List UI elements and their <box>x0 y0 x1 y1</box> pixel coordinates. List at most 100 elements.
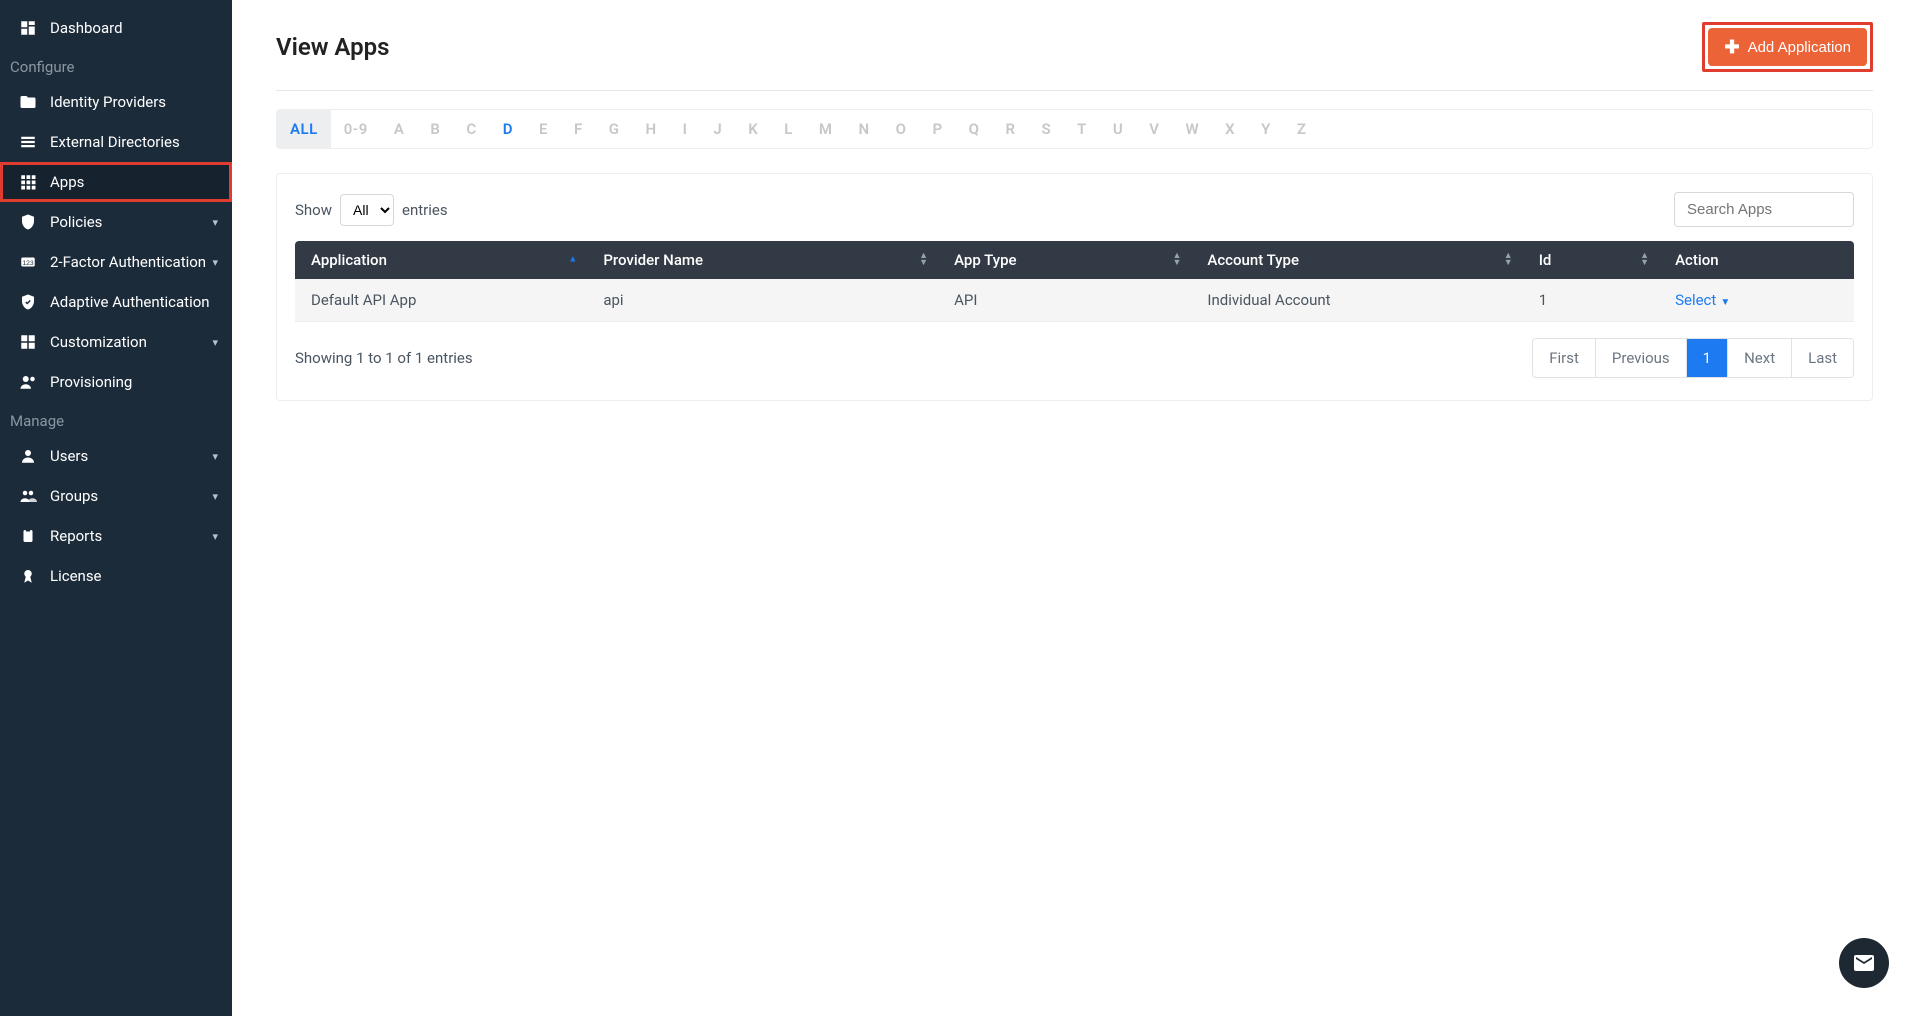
table-info: Showing 1 to 1 of 1 entries <box>295 349 473 367</box>
chevron-down-icon: ▾ <box>212 256 218 269</box>
sidebar-item-label: Provisioning <box>50 373 218 391</box>
sidebar-item-label: Customization <box>50 333 212 351</box>
alpha-filter-r[interactable]: R <box>992 110 1028 148</box>
numbers-icon: 123 <box>18 252 38 272</box>
alpha-filter-m[interactable]: M <box>806 110 846 148</box>
sort-icon: ▲▼ <box>1172 253 1181 267</box>
chat-fab[interactable] <box>1839 938 1889 988</box>
cell-apptype: API <box>938 279 1191 322</box>
alpha-filter-t[interactable]: T <box>1064 110 1100 148</box>
page-first[interactable]: First <box>1533 339 1596 377</box>
add-button-label: Add Application <box>1748 39 1851 56</box>
sidebar-section-configure: Configure <box>0 48 232 82</box>
alpha-filter-k[interactable]: K <box>735 110 771 148</box>
page-last[interactable]: Last <box>1792 339 1853 377</box>
sort-icon: ▲ <box>568 257 577 264</box>
col-provider-name[interactable]: Provider Name ▲▼ <box>587 241 938 279</box>
table-footer: Showing 1 to 1 of 1 entries FirstPreviou… <box>295 338 1854 378</box>
alpha-filter-h[interactable]: H <box>632 110 669 148</box>
sidebar-item-adaptive-auth[interactable]: Adaptive Authentication <box>0 282 232 322</box>
add-application-button[interactable]: ✚ Add Application <box>1708 28 1867 66</box>
col-account-type[interactable]: Account Type ▲▼ <box>1191 241 1522 279</box>
sidebar-item-identity-providers[interactable]: Identity Providers <box>0 82 232 122</box>
sidebar-item-label: License <box>50 567 218 585</box>
sidebar-item-label: Groups <box>50 487 212 505</box>
search-input[interactable] <box>1674 192 1854 227</box>
alpha-filter-j[interactable]: J <box>700 110 735 148</box>
check-shield-icon <box>18 292 38 312</box>
alpha-filter-a[interactable]: A <box>381 110 418 148</box>
sidebar-item-provisioning[interactable]: Provisioning <box>0 362 232 402</box>
sidebar-item-customization[interactable]: Customization ▾ <box>0 322 232 362</box>
group-icon <box>18 486 38 506</box>
sidebar-section-manage: Manage <box>0 402 232 436</box>
alpha-filter-d[interactable]: D <box>490 110 526 148</box>
select-action-dropdown[interactable]: Select▼ <box>1675 291 1730 309</box>
show-entries-select[interactable]: All <box>340 194 394 226</box>
show-label-post: entries <box>402 201 448 219</box>
sidebar-item-label: Users <box>50 447 212 465</box>
pagination: FirstPrevious1NextLast <box>1532 338 1854 378</box>
col-id[interactable]: Id ▲▼ <box>1523 241 1659 279</box>
alpha-filter-f[interactable]: F <box>561 110 596 148</box>
sidebar-item-label: Policies <box>50 213 212 231</box>
alpha-filter-q[interactable]: Q <box>956 110 993 148</box>
alpha-filter-x[interactable]: X <box>1212 110 1248 148</box>
page-1[interactable]: 1 <box>1687 339 1728 377</box>
sidebar-item-dashboard[interactable]: Dashboard <box>0 8 232 48</box>
chevron-down-icon: ▾ <box>212 450 218 463</box>
alpha-filter-0-9[interactable]: 0-9 <box>331 110 381 148</box>
sidebar-item-label: External Directories <box>50 133 218 151</box>
alpha-filter-o[interactable]: O <box>883 110 920 148</box>
sidebar-item-policies[interactable]: Policies ▾ <box>0 202 232 242</box>
alpha-filter-u[interactable]: U <box>1100 110 1136 148</box>
alpha-filter-p[interactable]: P <box>920 110 956 148</box>
cell-account: Individual Account <box>1191 279 1522 322</box>
alpha-filter-v[interactable]: V <box>1136 110 1172 148</box>
alpha-filter-all[interactable]: ALL <box>277 110 331 148</box>
sidebar: Dashboard Configure Identity Providers E… <box>0 0 232 1016</box>
sidebar-item-license[interactable]: License <box>0 556 232 596</box>
alpha-filter-w[interactable]: W <box>1173 110 1213 148</box>
alpha-filter-l[interactable]: L <box>771 110 806 148</box>
sort-icon: ▲▼ <box>1640 253 1649 267</box>
plus-icon: ✚ <box>1724 38 1739 56</box>
sidebar-item-label: Dashboard <box>50 19 218 37</box>
apps-card: Show All entries Application ▲ Provider … <box>276 173 1873 401</box>
chevron-down-icon: ▾ <box>212 336 218 349</box>
sidebar-item-label: 2-Factor Authentication <box>50 253 212 271</box>
sidebar-item-2fa[interactable]: 123 2-Factor Authentication ▾ <box>0 242 232 282</box>
sidebar-item-groups[interactable]: Groups ▾ <box>0 476 232 516</box>
chevron-down-icon: ▾ <box>212 530 218 543</box>
alpha-filter: ALL0-9ABCDEFGHIJKLMNOPQRSTUVWXYZ <box>276 109 1873 149</box>
alpha-filter-n[interactable]: N <box>846 110 883 148</box>
alpha-filter-e[interactable]: E <box>526 110 561 148</box>
page-previous[interactable]: Previous <box>1596 339 1687 377</box>
caret-down-icon: ▼ <box>1720 297 1730 308</box>
alpha-filter-g[interactable]: G <box>596 110 633 148</box>
alpha-filter-c[interactable]: C <box>453 110 489 148</box>
sidebar-item-label: Adaptive Authentication <box>50 293 218 311</box>
col-application[interactable]: Application ▲ <box>295 241 587 279</box>
alpha-filter-y[interactable]: Y <box>1248 110 1284 148</box>
sidebar-item-reports[interactable]: Reports ▾ <box>0 516 232 556</box>
table-row: Default API App api API Individual Accou… <box>295 279 1854 322</box>
apps-table: Application ▲ Provider Name ▲▼ App Type … <box>295 241 1854 322</box>
cell-id: 1 <box>1523 279 1659 322</box>
cell-application: Default API App <box>295 279 587 322</box>
col-app-type[interactable]: App Type ▲▼ <box>938 241 1191 279</box>
alpha-filter-b[interactable]: B <box>417 110 453 148</box>
alpha-filter-s[interactable]: S <box>1029 110 1065 148</box>
svg-text:123: 123 <box>22 260 34 267</box>
ribbon-icon <box>18 566 38 586</box>
page-header: View Apps ✚ Add Application <box>276 12 1873 91</box>
page-next[interactable]: Next <box>1728 339 1792 377</box>
sidebar-item-external-directories[interactable]: External Directories <box>0 122 232 162</box>
sort-icon: ▲▼ <box>919 253 928 267</box>
alpha-filter-i[interactable]: I <box>670 110 701 148</box>
sidebar-item-label: Identity Providers <box>50 93 218 111</box>
sidebar-item-apps[interactable]: Apps <box>0 162 232 202</box>
chevron-down-icon: ▾ <box>212 490 218 503</box>
sidebar-item-users[interactable]: Users ▾ <box>0 436 232 476</box>
alpha-filter-z[interactable]: Z <box>1284 110 1320 148</box>
